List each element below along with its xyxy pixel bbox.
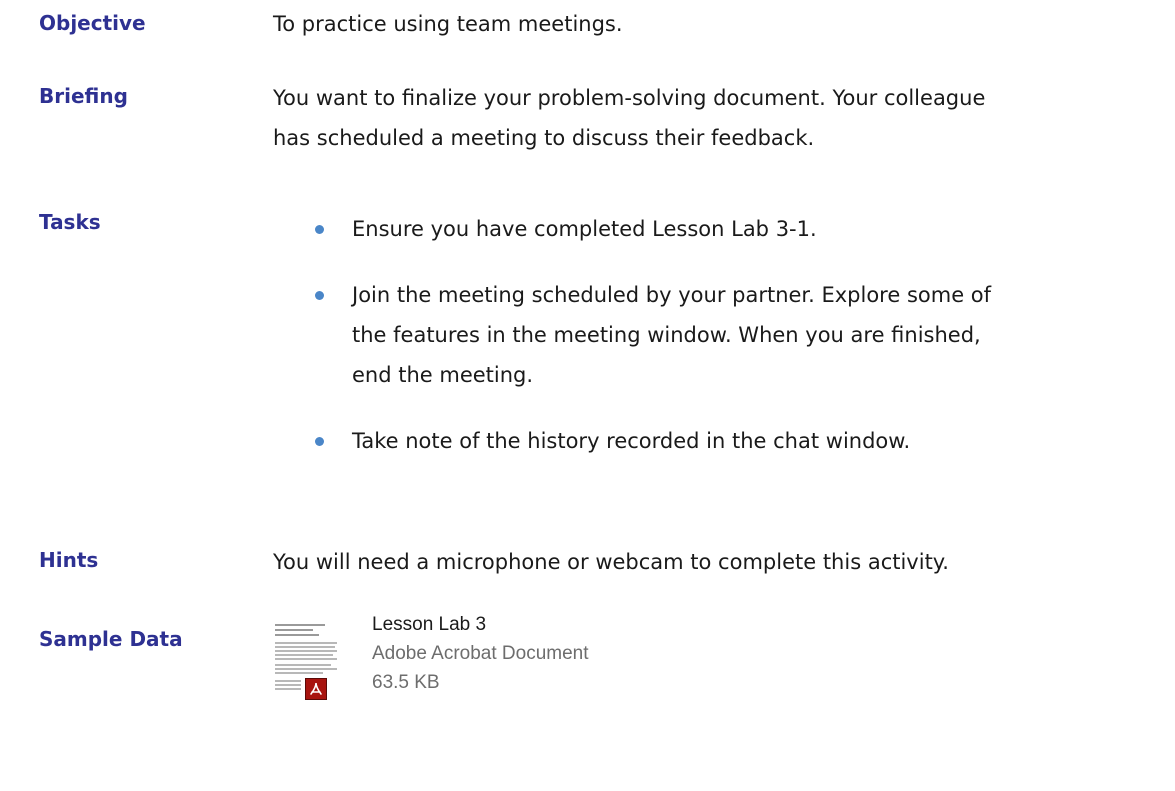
task-item: Ensure you have completed Lesson Lab 3-1… [315, 209, 1155, 249]
file-type: Adobe Acrobat Document [372, 643, 589, 664]
task-line: Join the meeting scheduled by your partn… [352, 283, 992, 307]
file-name: Lesson Lab 3 [372, 614, 487, 635]
task-item: Take note of the history recorded in the… [315, 421, 1155, 461]
tasks-label: Tasks [39, 210, 101, 234]
task-line: the features in the meeting window. When… [352, 323, 981, 347]
briefing-text: You want to finalize your problem-solvin… [273, 78, 1153, 158]
sample-data-label: Sample Data [39, 627, 183, 651]
hints-label: Hints [39, 548, 99, 572]
task-line: Ensure you have completed Lesson Lab 3-1… [352, 217, 817, 241]
bullet-icon [315, 291, 324, 300]
task-line: Take note of the history recorded in the… [352, 429, 911, 453]
briefing-line-2: has scheduled a meeting to discuss their… [273, 126, 815, 150]
briefing-line-1: You want to finalize your problem-solvin… [273, 86, 986, 110]
pdf-file-icon [273, 618, 341, 714]
hints-text: You will need a microphone or webcam to … [273, 550, 949, 574]
objective-text: To practice using team meetings. [273, 12, 623, 36]
objective-label: Objective [39, 11, 146, 35]
acrobat-logo-icon [305, 678, 327, 700]
task-item: Join the meeting scheduled by your partn… [315, 275, 1155, 395]
sample-file[interactable]: Lesson Lab 3 Adobe Acrobat Document 63.5… [273, 614, 693, 714]
bullet-icon [315, 225, 324, 234]
bullet-icon [315, 437, 324, 446]
task-line: end the meeting. [352, 363, 534, 387]
briefing-label: Briefing [39, 84, 128, 108]
file-size: 63.5 KB [372, 672, 440, 693]
